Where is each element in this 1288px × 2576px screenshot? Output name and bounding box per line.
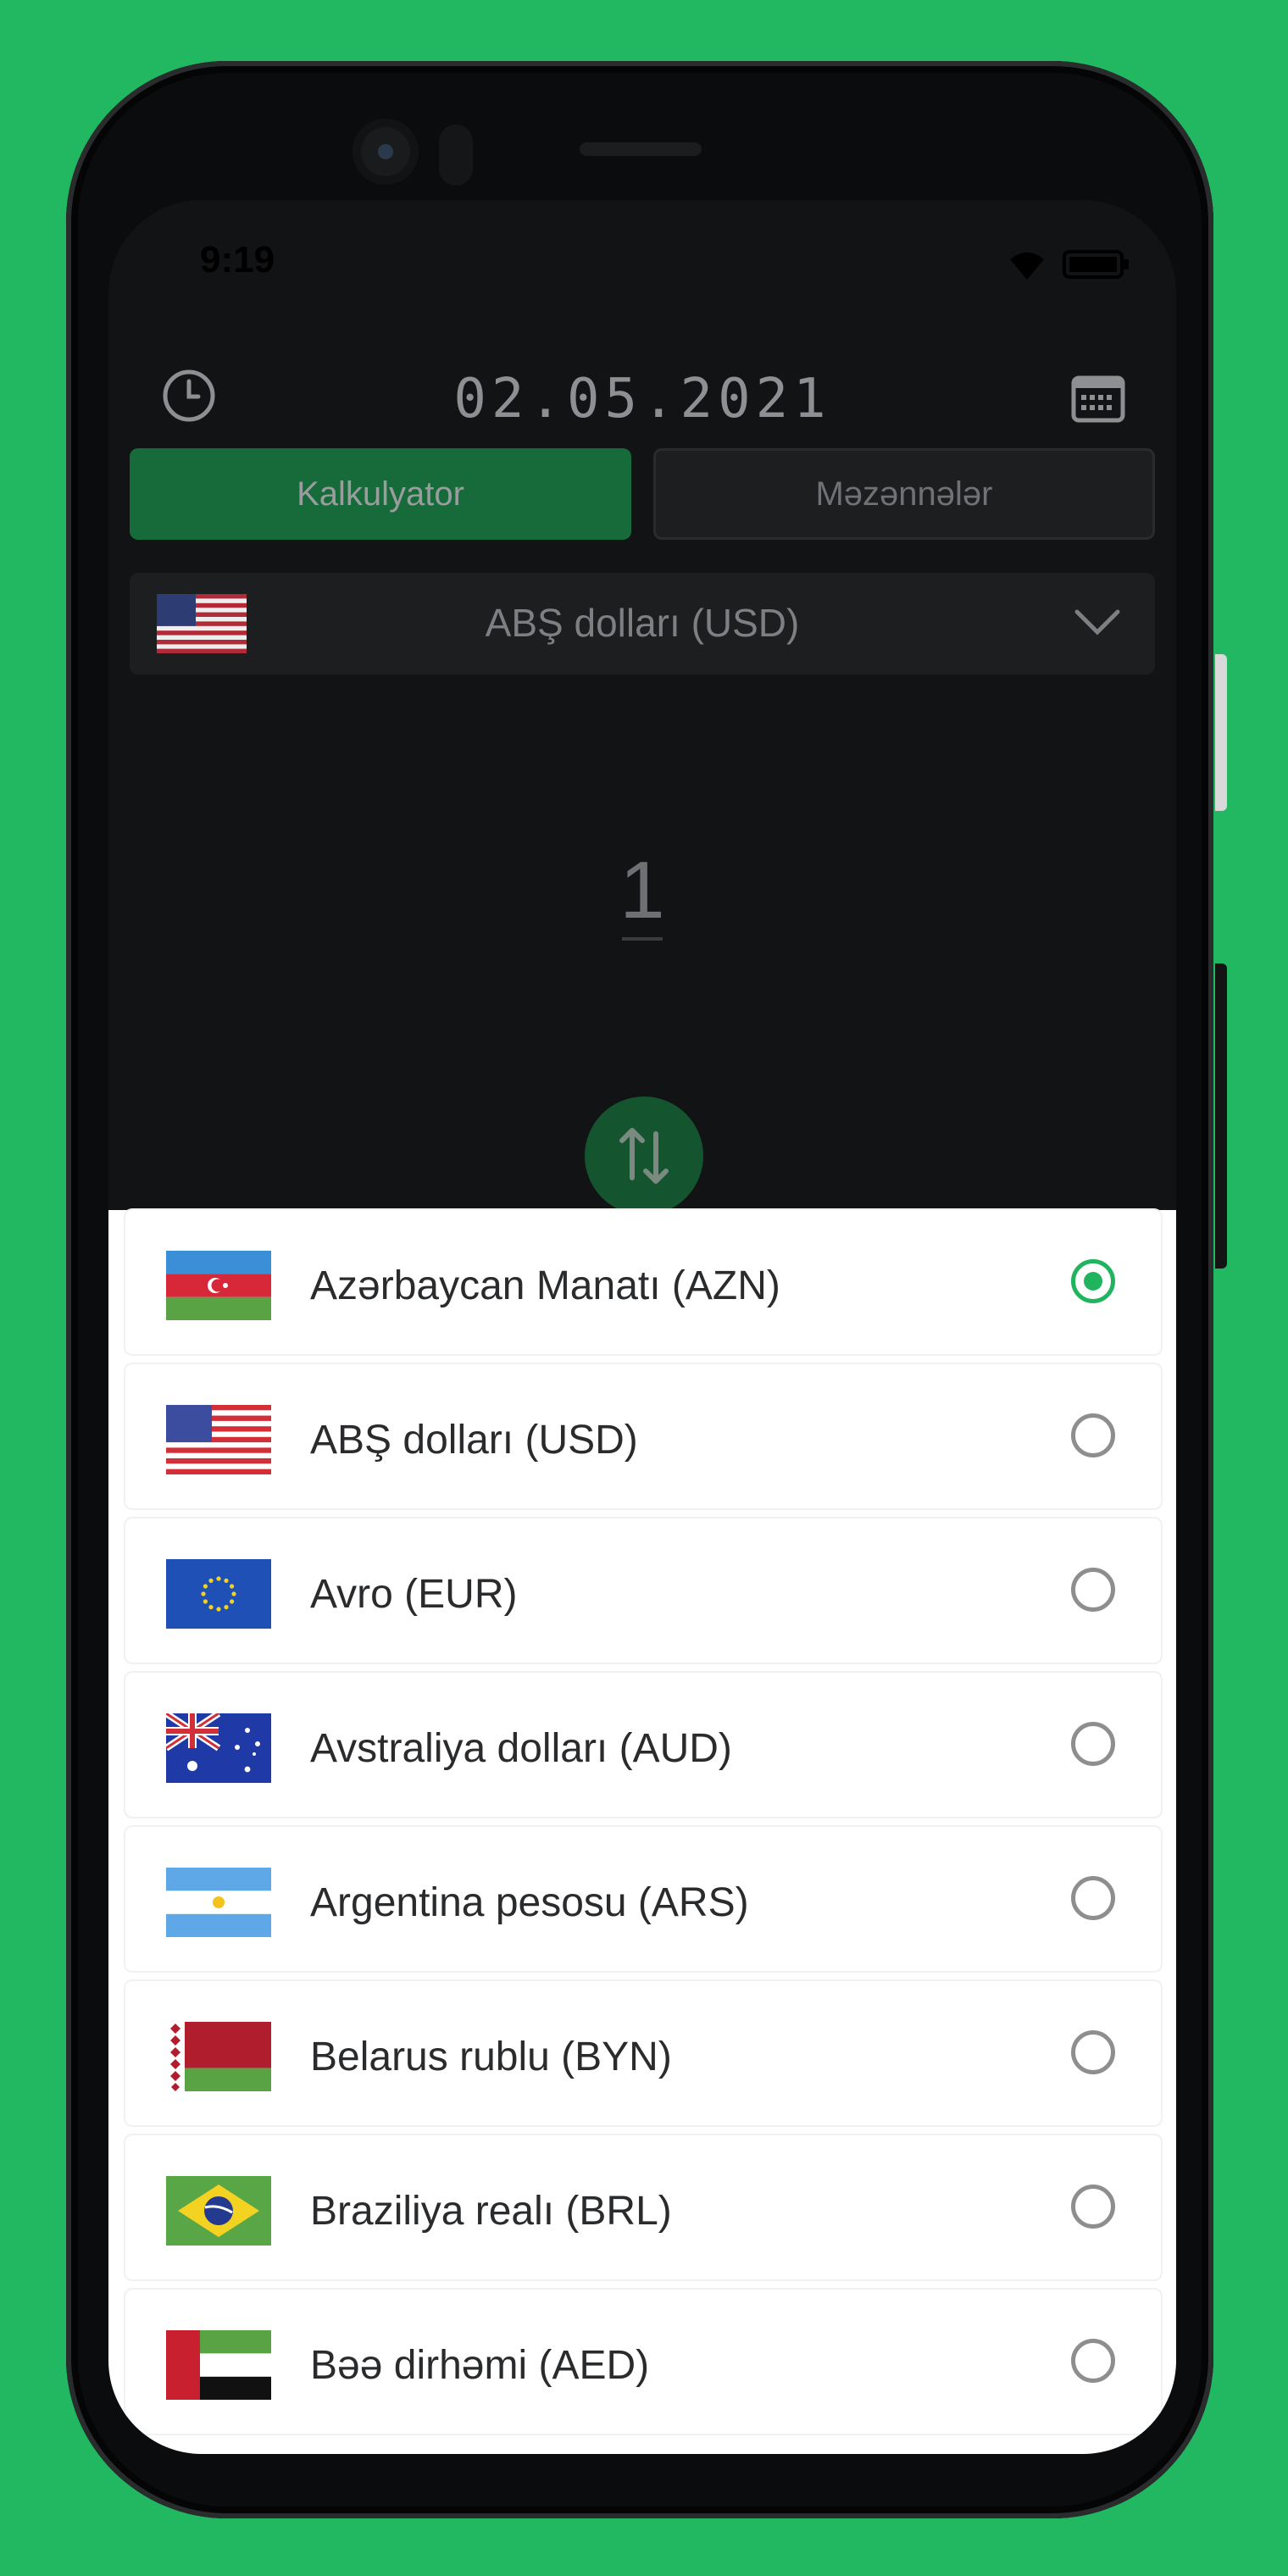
currency-label: Avro (EUR): [310, 1572, 518, 1617]
wifi-icon: [1005, 247, 1049, 281]
radio-unselected[interactable]: [1071, 2339, 1115, 2383]
currency-label: Bəə dirhəmi (AED): [310, 2343, 650, 2388]
amount-underline: [622, 937, 663, 941]
volume-button: [1215, 963, 1227, 1269]
brazil-flag-icon: [166, 2176, 271, 2246]
currency-item-aed[interactable]: Bəə dirhəmi (AED): [125, 2290, 1161, 2434]
currency-item-byn[interactable]: Belarus rublu (BYN): [125, 1981, 1161, 2125]
eu-flag-icon: [166, 1559, 271, 1629]
radio-unselected[interactable]: [1071, 1722, 1115, 1766]
status-time: 9:19: [200, 239, 275, 280]
currency-item-brl[interactable]: Braziliya realı (BRL): [125, 2135, 1161, 2279]
chevron-down-icon: [1074, 608, 1121, 641]
radio-selected[interactable]: [1071, 1259, 1115, 1303]
earpiece-speaker: [580, 142, 702, 156]
currency-item-ars[interactable]: Argentina pesosu (ARS): [125, 1827, 1161, 1971]
belarus-flag-icon: [166, 2022, 271, 2091]
tab-bar: Kalkulyator Məzənnələr: [130, 448, 1155, 540]
currency-item-eur[interactable]: Avro (EUR): [125, 1518, 1161, 1663]
currency-label: ABŞ dolları (USD): [310, 1418, 638, 1463]
selected-currency-label: ABŞ dolları (USD): [485, 601, 800, 645]
azerbaijan-flag-icon: [166, 1251, 271, 1320]
selected-date[interactable]: 02.05.2021: [108, 368, 1176, 430]
radio-unselected[interactable]: [1071, 2185, 1115, 2229]
currency-label: Braziliya realı (BRL): [310, 2189, 672, 2234]
status-bar: 9:19: [108, 200, 1176, 327]
currency-item-usd[interactable]: ABŞ dolları (USD): [125, 1364, 1161, 1508]
currency-label: Belarus rublu (BYN): [310, 2035, 672, 2079]
status-icons: [1005, 247, 1130, 281]
usa-flag-icon: [166, 1405, 271, 1474]
calendar-icon[interactable]: [1071, 373, 1125, 424]
swap-arrows-icon: [619, 1128, 669, 1184]
currency-item-aud[interactable]: Avstraliya dolları (AUD): [125, 1673, 1161, 1817]
currency-selector[interactable]: ABŞ dolları (USD): [130, 573, 1155, 675]
radio-unselected[interactable]: [1071, 1876, 1115, 1920]
argentina-flag-icon: [166, 1868, 271, 1937]
swap-button[interactable]: [585, 1096, 703, 1215]
power-button: [1215, 654, 1227, 811]
battery-icon: [1063, 248, 1130, 280]
currency-label: Azərbaycan Manatı (AZN): [310, 1263, 780, 1308]
radio-unselected[interactable]: [1071, 2030, 1115, 2074]
uae-flag-icon: [166, 2330, 271, 2400]
front-camera: [353, 119, 419, 185]
currency-picker-sheet: Azərbaycan Manatı (AZN) ABŞ dolları (USD…: [108, 1210, 1176, 2454]
tab-mezenneler[interactable]: Məzənnələr: [653, 448, 1155, 540]
radio-unselected[interactable]: [1071, 1568, 1115, 1612]
currency-item-azn[interactable]: Azərbaycan Manatı (AZN): [125, 1210, 1161, 1354]
tab-kalkulyator[interactable]: Kalkulyator: [130, 448, 631, 540]
currency-label: Avstraliya dolları (AUD): [310, 1726, 732, 1771]
currency-label: Argentina pesosu (ARS): [310, 1880, 749, 1925]
radio-unselected[interactable]: [1071, 1413, 1115, 1457]
australia-flag-icon: [164, 1710, 271, 1783]
sensor: [439, 125, 473, 186]
header: 02.05.2021: [108, 344, 1176, 446]
app-screen: 9:19 02.05.2021 Kalkulyator Məzənnələr A…: [108, 200, 1176, 2454]
amount-input[interactable]: 1: [108, 844, 1176, 937]
